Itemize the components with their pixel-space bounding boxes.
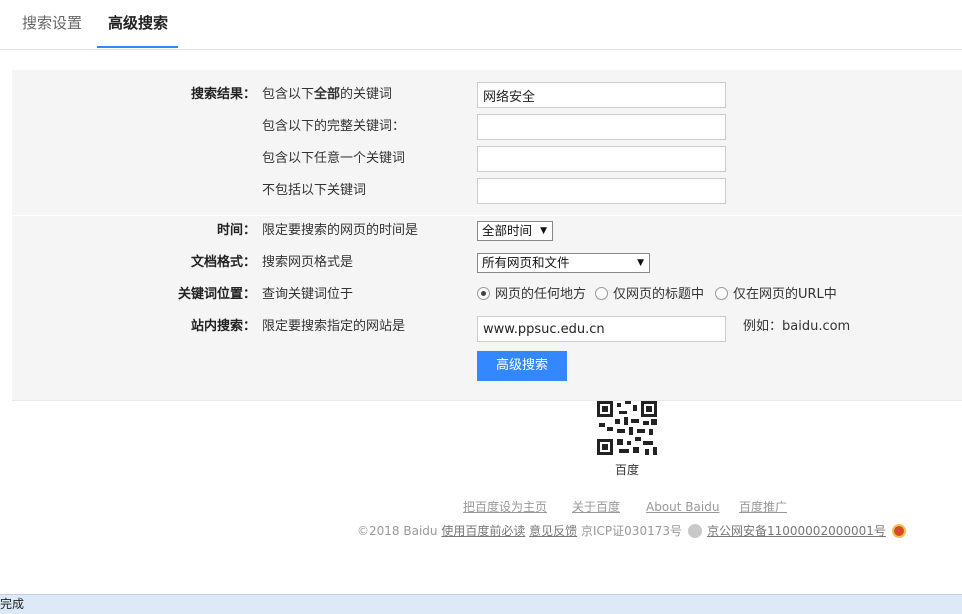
tab-advanced-search[interactable]: 高级搜索 <box>108 13 168 33</box>
desc-format: 搜索网页格式是 <box>262 255 354 270</box>
radio-unchecked-icon[interactable] <box>595 287 608 300</box>
format-select-value: 所有网页和文件 <box>482 255 570 270</box>
chevron-down-icon: ▼ <box>540 226 547 236</box>
format-select[interactable]: 所有网页和文件 ▼ <box>477 253 650 273</box>
desc-site-search: 限定要搜索指定的网站是 <box>262 319 406 334</box>
footer-police-line: 京公网安备11000002000001号 <box>707 522 906 540</box>
desc-keyword-position: 查询关键词位于 <box>262 287 354 302</box>
desc-any-keyword: 包含以下任意一个关键词 <box>262 151 406 166</box>
any-keyword-input[interactable] <box>477 146 726 172</box>
tab-search-settings[interactable]: 搜索设置 <box>22 13 82 33</box>
desc-all-keywords: 包含以下全部的关键词 <box>262 86 392 104</box>
radio-url-only[interactable]: 仅在网页的URL中 <box>715 286 837 304</box>
advanced-search-button[interactable]: 高级搜索 <box>477 351 567 381</box>
exact-phrase-input[interactable] <box>477 114 726 140</box>
police-badge-icon <box>891 524 906 538</box>
label-time: 时间： <box>216 223 256 238</box>
icp-text: 京ICP证030173号 <box>581 524 682 538</box>
section-divider <box>12 215 962 216</box>
link-terms[interactable]: 使用百度前必读 <box>441 524 525 538</box>
radio-checked-icon[interactable] <box>477 287 490 300</box>
exclude-keywords-input[interactable] <box>477 178 726 204</box>
qr-code-icon <box>597 401 657 455</box>
icp-badge-icon <box>687 524 702 538</box>
active-tab-indicator <box>97 46 178 48</box>
desc-all-keywords-pre: 包含以下 <box>262 87 315 102</box>
radio-unchecked-icon[interactable] <box>715 287 728 300</box>
time-select[interactable]: 全部时间 ▼ <box>477 221 553 241</box>
desc-all-keywords-post: 的关键词 <box>340 87 393 102</box>
radio-anywhere-label: 网页的任何地方 <box>495 287 587 302</box>
advanced-search-form: 搜索结果： 包含以下全部的关键词 包含以下的完整关键词： 包含以下任意一个关键词… <box>12 70 962 401</box>
tab-bar: 搜索设置 高级搜索 <box>0 0 962 50</box>
page: 搜索设置 高级搜索 搜索结果： 包含以下全部的关键词 包含以下的完整关键词： 包… <box>0 0 962 614</box>
link-set-homepage[interactable]: 把百度设为主页 <box>463 498 547 516</box>
label-format: 文档格式： <box>190 255 256 270</box>
link-about-baidu-cn[interactable]: 关于百度 <box>572 498 620 516</box>
desc-time: 限定要搜索的网页的时间是 <box>262 223 419 238</box>
label-keyword-position: 关键词位置： <box>177 287 256 302</box>
link-baidu-promotion[interactable]: 百度推广 <box>739 498 787 516</box>
desc-exact-phrase: 包含以下的完整关键词： <box>262 119 406 134</box>
label-search-result: 搜索结果： <box>190 87 256 102</box>
time-select-value: 全部时间 <box>482 223 533 238</box>
link-about-baidu-en[interactable]: About Baidu <box>646 498 719 516</box>
desc-all-keywords-strong: 全部 <box>314 87 341 102</box>
label-site-search: 站内搜索： <box>190 319 256 334</box>
status-bar: 完成 <box>0 594 962 614</box>
link-police-record[interactable]: 京公网安备11000002000001号 <box>707 524 886 538</box>
radio-title-only[interactable]: 仅网页的标题中 <box>595 286 704 304</box>
site-example: 例如：baidu.com <box>743 319 851 334</box>
qr-label: 百度 <box>614 463 639 477</box>
footer-copyright-line: ©2018 Baidu 使用百度前必读 意见反馈 京ICP证030173号 <box>357 522 702 540</box>
copyright-text: ©2018 Baidu <box>357 524 438 538</box>
radio-title-only-label: 仅网页的标题中 <box>613 287 705 302</box>
site-input[interactable] <box>477 316 726 342</box>
all-keywords-input[interactable] <box>477 82 726 108</box>
desc-exclude-keywords: 不包括以下关键词 <box>262 183 367 198</box>
radio-url-only-label: 仅在网页的URL中 <box>733 287 837 302</box>
radio-anywhere[interactable]: 网页的任何地方 <box>477 286 586 304</box>
link-feedback[interactable]: 意见反馈 <box>529 524 577 538</box>
chevron-down-icon: ▼ <box>637 258 644 268</box>
